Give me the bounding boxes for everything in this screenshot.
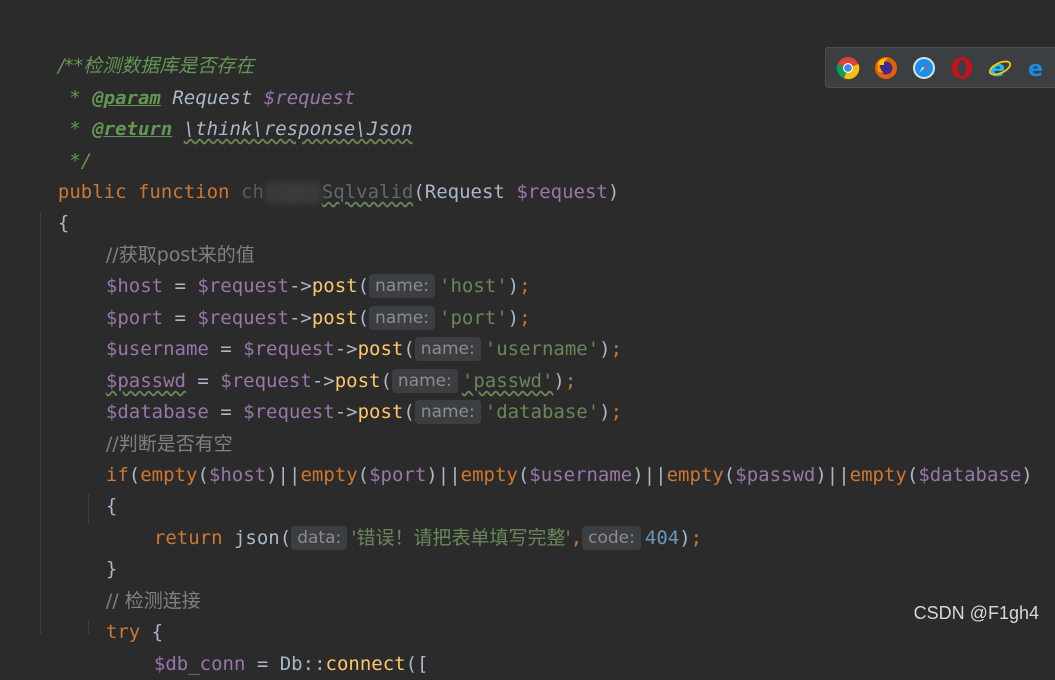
method-connect: connect — [325, 653, 406, 675]
param-hint-name: name: — [414, 400, 481, 424]
doc-return-tag[interactable]: @return — [92, 118, 172, 140]
keyword-function: function — [137, 181, 230, 203]
code-line-doc-close: */ — [35, 115, 92, 172]
code-line-comment-check: // 检测连接 — [83, 555, 201, 612]
browser-preview-bar: e e — [825, 47, 1055, 88]
fn-empty: empty — [666, 464, 724, 486]
code-line-comment-post: //获取post来的值 — [83, 209, 255, 266]
class-db: Db — [279, 653, 303, 675]
code-line-passwd: $passwd = $request->post(name:'passwd'); — [83, 335, 576, 393]
paren-open: ( — [128, 464, 141, 486]
var-database: $database — [918, 464, 1022, 486]
comma: , — [570, 527, 583, 549]
fn-empty: empty — [140, 464, 198, 486]
code-line-if-brace-close: } — [83, 523, 117, 580]
paren-close: ) — [426, 464, 438, 486]
chrome-icon[interactable] — [836, 56, 860, 80]
keyword-return: return — [153, 527, 223, 549]
edge-icon[interactable]: e — [1026, 56, 1050, 82]
code-line-host: $host = $request->post(name:'host'); — [83, 240, 531, 298]
code-line-brace-open: { — [35, 177, 69, 234]
code-line-return: return json(data: '错误！请把表单填写完整', code: 404)… — [131, 492, 702, 550]
paren-open: ( — [197, 464, 209, 486]
function-name-suffix[interactable]: Sqlvalid — [322, 181, 414, 203]
fn-empty: empty — [300, 464, 358, 486]
safari-icon[interactable] — [912, 56, 936, 80]
code-line-function-signature: public function ch Sqlvalid(Request $requ… — [35, 146, 619, 204]
paren-open: ( — [723, 464, 736, 486]
indent-guide — [40, 212, 41, 634]
operator-static: :: — [302, 653, 326, 675]
code-line-doc-return: * @return \think\response\Json — [35, 83, 412, 140]
semicolon: ; — [690, 527, 703, 549]
firefox-icon[interactable] — [874, 56, 898, 80]
code-line-doc-param: * @param Request $request — [35, 52, 355, 109]
operator-arrow: -> — [334, 401, 358, 423]
code-line-comment-empty: //判断是否有空 — [83, 398, 233, 455]
paren-close: ) — [599, 401, 611, 423]
doc-return-type[interactable]: \think\response\Json — [184, 118, 413, 140]
var-port: $port — [369, 464, 427, 486]
paren-close: ) — [266, 464, 278, 486]
paren-open: ( — [517, 464, 530, 486]
string-database: 'database' — [484, 401, 600, 423]
function-name-prefix[interactable]: ch — [241, 181, 264, 203]
param-hint-code: code: — [582, 526, 641, 550]
fn-params-close: ) — [607, 181, 620, 203]
paren-open: ( — [403, 401, 415, 423]
paren-close: ) — [632, 464, 644, 486]
code-line-port: $port = $request->post(name:'port'); — [83, 272, 531, 330]
paren-open: ( — [906, 464, 919, 486]
fn-param-var: $request — [516, 181, 608, 203]
fn-empty: empty — [849, 464, 907, 486]
code-line-try: try { — [83, 586, 163, 643]
method-post: post — [357, 401, 404, 423]
operator-or: || — [826, 464, 850, 486]
paren-close: ) — [1021, 464, 1033, 486]
var-host: $host — [208, 464, 267, 486]
fn-params-open: (Request — [413, 181, 517, 203]
ie-icon[interactable]: e — [988, 56, 1012, 82]
var-request: $request — [243, 401, 335, 423]
redacted-blur — [263, 181, 322, 204]
string-error: '错误！请把表单填写完整' — [351, 527, 571, 549]
code-line-if-brace-open: { — [83, 460, 117, 517]
var-passwd: $passwd — [735, 464, 816, 486]
paren-close: ) — [599, 338, 611, 360]
svg-text:e: e — [1028, 57, 1043, 80]
paren-close: ) — [815, 464, 827, 486]
paren-close: ) — [679, 527, 691, 549]
opera-icon[interactable] — [950, 56, 974, 80]
number-404: 404 — [644, 527, 680, 549]
operator-or: || — [277, 464, 301, 486]
var-username: $username — [529, 464, 633, 486]
operator-equals: = — [245, 653, 280, 675]
brace-open: { — [105, 495, 118, 517]
code-line-if: if(empty($host)||empty($port)||empty($us… — [83, 429, 1033, 486]
bracket-open: ([ — [405, 653, 429, 675]
operator-or: || — [437, 464, 461, 486]
fn-json: json — [233, 527, 280, 549]
semicolon: ; — [610, 338, 623, 360]
code-line-username: $username = $request->post(name:'usernam… — [83, 303, 622, 361]
var-db-conn: $db_conn — [153, 653, 246, 675]
paren-open: ( — [357, 464, 370, 486]
operator-or: || — [643, 464, 667, 486]
code-line-database: $database = $request->post(name:'databas… — [83, 366, 622, 424]
param-hint-data: data: — [291, 526, 348, 550]
paren-open: ( — [279, 527, 292, 549]
code-line-doc-open: /**检测数据库是否存在 — [35, 20, 254, 77]
semicolon: ; — [610, 401, 623, 423]
brace-open: { — [57, 212, 70, 234]
fn-empty: empty — [460, 464, 518, 486]
watermark: CSDN @F1gh4 — [913, 603, 1039, 623]
